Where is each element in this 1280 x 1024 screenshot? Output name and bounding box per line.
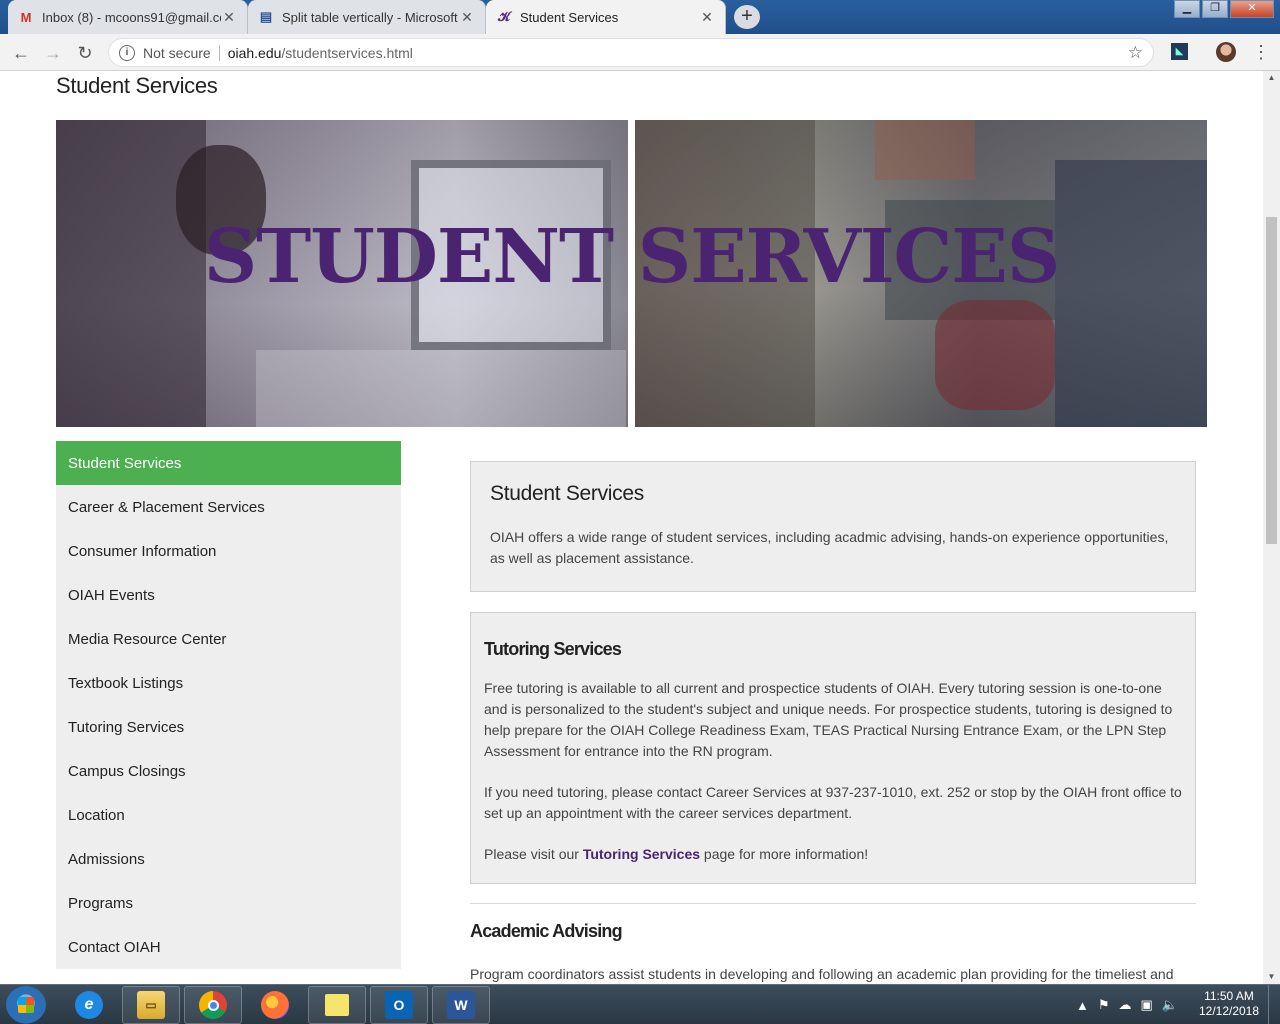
page-viewport: Student Services STUDENT SERVICES Studen…	[0, 71, 1263, 984]
tutoring-visit-prefix: Please visit our	[484, 846, 583, 862]
office-doc-icon: ▤	[259, 9, 273, 24]
page-title: Student Services	[56, 73, 218, 98]
scroll-up-arrow-icon[interactable]: ▲	[1263, 71, 1280, 85]
sidebar-item-student-services[interactable]: Student Services	[56, 441, 401, 485]
hero-title: STUDENT SERVICES	[203, 214, 1061, 300]
page-scrollbar[interactable]: ▲ ▼	[1263, 71, 1280, 984]
browser-toolbar: ← → ↻ i Not secure oiah.edu/studentservi…	[0, 34, 1280, 71]
intro-text: OIAH offers a wide range of student serv…	[490, 529, 1169, 566]
tutoring-services-link[interactable]: Tutoring Services	[583, 846, 700, 862]
tutoring-panel: Tutoring Services Free tutoring is avail…	[470, 612, 1196, 884]
url-path: /studentservices.html	[281, 44, 413, 61]
intro-panel: Student Services OIAH offers a wide rang…	[470, 461, 1196, 592]
section-divider	[470, 903, 1196, 904]
sidebar-item-career-placement[interactable]: Career & Placement Services	[56, 485, 401, 529]
tutoring-heading: Tutoring Services	[484, 639, 622, 659]
outlook-icon[interactable]: O	[370, 986, 428, 1024]
extension-icon[interactable]: ◣	[1171, 43, 1188, 60]
intro-heading: Student Services	[490, 482, 644, 505]
start-button[interactable]	[6, 986, 46, 1024]
onedrive-cloud-icon[interactable]: ☁	[1119, 997, 1132, 1013]
action-center-flag-icon[interactable]: ⚑	[1098, 997, 1110, 1013]
browser-tab-strip: M Inbox (8) - mcoons91@gmail.com ✕ ▤ Spl…	[0, 0, 1280, 34]
url-host: oiah.edu	[227, 44, 282, 61]
clock-date: 12/12/2018	[1198, 1004, 1260, 1018]
tab-gmail[interactable]: M Inbox (8) - mcoons91@gmail.com ✕	[8, 0, 248, 34]
tab-title: Inbox (8) - mcoons91@gmail.com	[42, 9, 221, 25]
maximize-button[interactable]: ❐	[1202, 0, 1228, 18]
word-icon[interactable]: W	[432, 986, 490, 1024]
profile-avatar[interactable]	[1216, 42, 1236, 62]
window-controls: ▁ ❐ ✕	[1172, 0, 1274, 18]
browser-menu-icon[interactable]: ⋮	[1252, 41, 1270, 63]
tutoring-paragraph-1: Free tutoring is available to all curren…	[484, 680, 1173, 759]
oiah-site-icon: 𝓚	[497, 9, 511, 24]
sidebar-item-media-resource-center[interactable]: Media Resource Center	[56, 617, 401, 661]
sidebar-item-admissions[interactable]: Admissions	[56, 837, 401, 881]
address-bar[interactable]: i Not secure oiah.edu/studentservices.ht…	[108, 38, 1154, 67]
firefox-icon[interactable]	[246, 986, 304, 1024]
sidebar-item-consumer-information[interactable]: Consumer Information	[56, 529, 401, 573]
internet-explorer-icon[interactable]: e	[60, 986, 118, 1024]
new-tab-button[interactable]: +	[734, 5, 760, 29]
bookmark-star-icon[interactable]: ☆	[1128, 43, 1143, 63]
forward-arrow-icon[interactable]: →	[40, 40, 66, 66]
scroll-thumb[interactable]	[1266, 217, 1277, 544]
close-tab-icon[interactable]: ✕	[221, 9, 237, 26]
security-status: Not secure	[143, 44, 211, 61]
tab-student-services[interactable]: 𝓚 Student Services ✕	[486, 0, 726, 34]
scroll-down-arrow-icon[interactable]: ▼	[1263, 970, 1280, 984]
file-explorer-icon[interactable]: ▭	[122, 986, 180, 1024]
close-tab-icon[interactable]: ✕	[459, 9, 475, 26]
show-hidden-icons-icon[interactable]: ▲	[1076, 998, 1089, 1013]
sidebar-item-programs[interactable]: Programs	[56, 881, 401, 925]
show-desktop-button[interactable]	[1268, 985, 1280, 1024]
minimize-button[interactable]: ▁	[1174, 0, 1200, 18]
info-icon[interactable]: i	[119, 44, 135, 61]
back-arrow-icon[interactable]: ←	[8, 40, 34, 66]
clock-time: 11:50 AM	[1204, 989, 1254, 1003]
sidebar-item-contact-oiah[interactable]: Contact OIAH	[56, 925, 401, 969]
sidebar-item-campus-closings[interactable]: Campus Closings	[56, 749, 401, 793]
hero-banner: STUDENT SERVICES	[56, 120, 1207, 427]
chrome-icon[interactable]	[184, 986, 242, 1024]
close-tab-icon[interactable]: ✕	[699, 9, 715, 26]
academic-advising-text: Program coordinators assist students in …	[470, 966, 1174, 982]
sidebar-item-textbook-listings[interactable]: Textbook Listings	[56, 661, 401, 705]
sidebar-nav: Student Services Career & Placement Serv…	[56, 441, 401, 969]
network-icon[interactable]: ▣	[1141, 997, 1153, 1013]
windows-logo-icon	[18, 997, 34, 1013]
sidebar-item-location[interactable]: Location	[56, 793, 401, 837]
sidebar-item-oiah-events[interactable]: OIAH Events	[56, 573, 401, 617]
tutoring-paragraph-3: Please visit our Tutoring Services page …	[484, 844, 1182, 865]
tutoring-visit-suffix: page for more information!	[700, 846, 869, 862]
reload-icon[interactable]: ↻	[72, 40, 98, 66]
divider	[218, 44, 220, 61]
windows-taskbar: e ▭ O W ▲ ⚑ ☁ ▣ 🔈 11:50 AM 12/12/2018	[0, 984, 1280, 1024]
sticky-notes-icon[interactable]	[308, 986, 366, 1024]
academic-advising-heading: Academic Advising	[470, 921, 623, 941]
close-window-button[interactable]: ✕	[1230, 0, 1274, 18]
gmail-icon: M	[20, 9, 32, 25]
tab-title: Student Services	[520, 9, 619, 25]
tab-title: Split table vertically - Microsoft C	[282, 9, 459, 25]
sidebar-item-tutoring-services[interactable]: Tutoring Services	[56, 705, 401, 749]
volume-icon[interactable]: 🔈	[1162, 997, 1178, 1013]
tab-microsoft-community[interactable]: ▤ Split table vertically - Microsoft C ✕	[248, 0, 486, 34]
tutoring-paragraph-2: If you need tutoring, please contact Car…	[484, 784, 1182, 821]
taskbar-clock[interactable]: 11:50 AM 12/12/2018	[1196, 989, 1262, 1019]
system-tray: ▲ ⚑ ☁ ▣ 🔈	[1076, 985, 1178, 1024]
